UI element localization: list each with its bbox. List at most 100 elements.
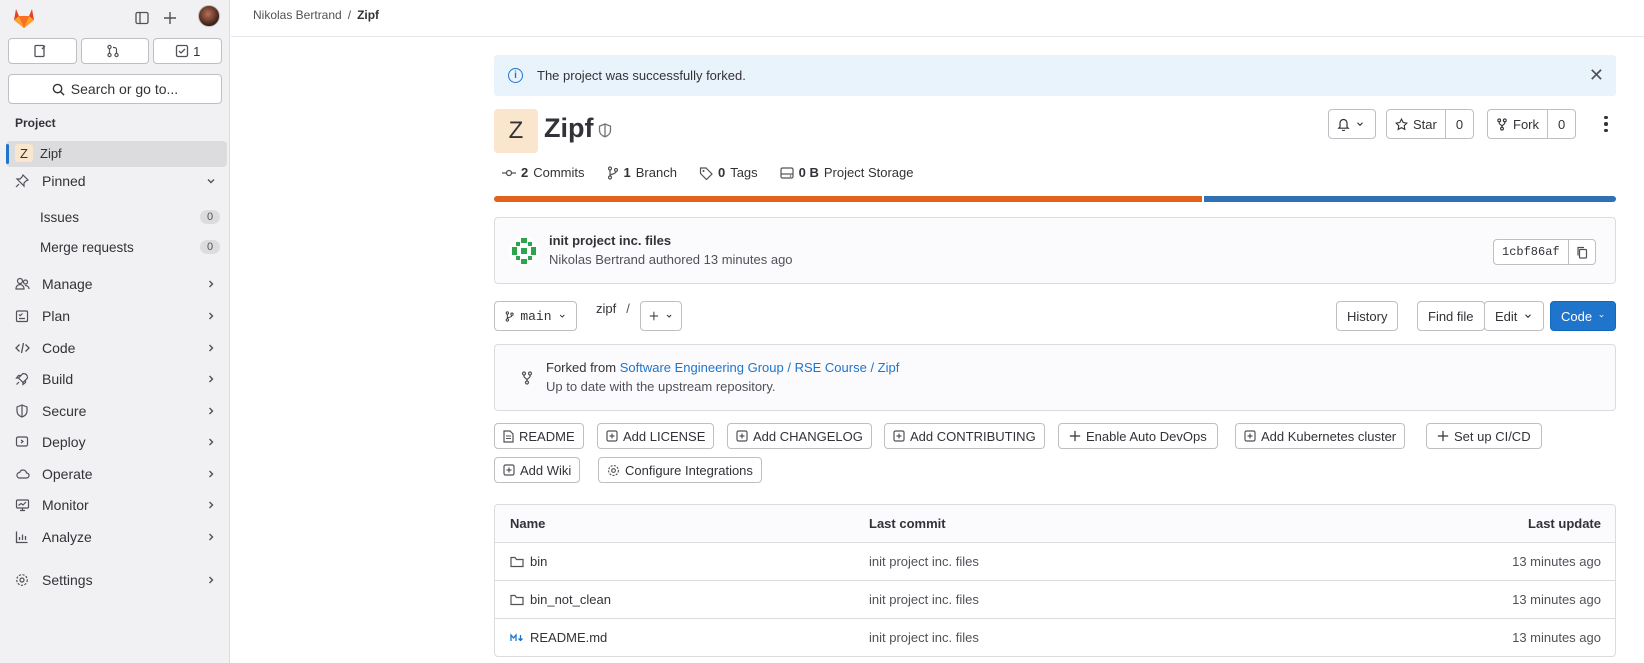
add-contributing-button[interactable]: Add CONTRIBUTING (884, 423, 1045, 449)
forked-from-prefix: Forked from (546, 360, 617, 375)
close-icon[interactable]: ✕ (1589, 65, 1604, 86)
file-name[interactable]: bin (530, 554, 547, 569)
add-to-tree-button[interactable] (640, 301, 682, 331)
copy-icon[interactable] (1569, 240, 1595, 264)
file-icon (503, 429, 514, 443)
table-row[interactable]: bin_not_clean init project inc. files 13… (495, 580, 1615, 618)
sidebar-item-pinned[interactable]: Pinned (6, 167, 227, 195)
find-file-button[interactable]: Find file (1417, 301, 1485, 331)
code-icon (12, 341, 32, 355)
repo-root-link[interactable]: zipf (596, 301, 616, 316)
active-indicator (6, 144, 9, 164)
file-name[interactable]: bin_not_clean (530, 592, 611, 607)
fork-label: Fork (1513, 116, 1539, 132)
breadcrumb-separator: / (347, 8, 352, 22)
enable-auto-devops-label: Enable Auto DevOps (1086, 428, 1207, 444)
branches-stat[interactable]: 1 Branch (607, 165, 677, 180)
star-count[interactable]: 0 (1444, 110, 1473, 138)
table-row[interactable]: bin init project inc. files 13 minutes a… (495, 542, 1615, 580)
sidebar-item-monitor[interactable]: Monitor (6, 491, 227, 519)
commit-message[interactable]: init project inc. files (549, 233, 671, 248)
commit-sha-group: 1cbf86af (1493, 239, 1596, 265)
chevron-right-icon (205, 498, 217, 514)
add-changelog-button[interactable]: Add CHANGELOG (727, 423, 872, 449)
edit-button[interactable]: Edit (1484, 301, 1545, 331)
sidebar-item-deploy[interactable]: Deploy (6, 428, 227, 456)
language-segment[interactable] (1203, 196, 1616, 202)
forked-from-line: Forked from Software Engineering Group /… (546, 360, 899, 375)
tags-stat[interactable]: 0 Tags (699, 165, 758, 180)
sidebar-item-code[interactable]: Code (6, 334, 227, 362)
file-last-update: 13 minutes ago (1512, 592, 1601, 607)
add-license-button[interactable]: Add LICENSE (597, 423, 715, 449)
sidebar-item-settings[interactable]: Settings (6, 566, 227, 594)
repository-languages-bar[interactable] (494, 196, 1616, 202)
file-last-commit[interactable]: init project inc. files (869, 592, 1243, 607)
code-button[interactable]: Code (1550, 301, 1616, 331)
fork-info-panel: Forked from Software Engineering Group /… (494, 344, 1616, 411)
readme-button[interactable]: README (494, 423, 584, 449)
branch-selector[interactable]: main (494, 301, 577, 331)
fork-count[interactable]: 0 (1547, 110, 1575, 138)
sidebar-item-secure[interactable]: Secure (6, 397, 227, 425)
add-kubernetes-cluster-button[interactable]: Add Kubernetes cluster (1235, 423, 1406, 449)
plus-square-icon (1244, 430, 1256, 442)
commit-meta: Nikolas Bertrand authored 13 minutes ago (549, 252, 793, 267)
sidebar-toggle-icon[interactable] (130, 6, 154, 30)
more-actions-icon[interactable] (1599, 113, 1613, 135)
issues-count-button[interactable] (8, 38, 77, 64)
commit-sha[interactable]: 1cbf86af (1494, 240, 1569, 264)
file-last-commit[interactable]: init project inc. files (869, 630, 1243, 645)
branches-label: Branch (635, 165, 677, 180)
sidebar-item-project[interactable]: Z Zipf (6, 141, 227, 167)
user-counts: 1 (8, 38, 223, 64)
configure-integrations-button[interactable]: Configure Integrations (598, 457, 762, 483)
file-name[interactable]: README.md (530, 630, 607, 645)
sidebar-item-merge-requests[interactable]: Merge requests 0 (40, 235, 220, 259)
chevron-right-icon (205, 372, 217, 388)
breadcrumb-owner[interactable]: Nikolas Bertrand (253, 8, 342, 22)
search-button[interactable]: Search or go to... (8, 74, 222, 104)
todo-count-button[interactable]: 1 (153, 38, 223, 64)
header-last-update: Last update (1528, 516, 1601, 531)
fork-button-group: Fork 0 (1487, 109, 1577, 139)
sidebar: 1 Search or go to... Project Z Zipf Pinn… (0, 0, 230, 663)
user-avatar[interactable] (198, 5, 220, 27)
merge-requests-count-button[interactable] (80, 38, 150, 64)
sidebar-item-issues[interactable]: Issues 0 (40, 205, 220, 229)
language-segment[interactable] (494, 196, 1202, 202)
add-wiki-label: Add Wiki (520, 462, 572, 478)
commits-count: 2 (521, 165, 529, 180)
commits-stat[interactable]: 2 Commits (502, 165, 585, 180)
upstream-project-link[interactable]: Software Engineering Group / RSE Course … (620, 360, 900, 375)
sidebar-item-plan-label: Plan (42, 308, 71, 324)
enable-auto-devops-button[interactable]: Enable Auto DevOps (1058, 423, 1218, 449)
sidebar-item-plan[interactable]: Plan (6, 302, 227, 330)
upstream-status: Up to date with the upstream repository. (546, 379, 776, 394)
sidebar-item-build[interactable]: Build (6, 365, 227, 393)
create-new-icon[interactable] (158, 6, 182, 30)
file-tree-table: Name Last commit Last update bin init pr… (494, 504, 1616, 657)
commit-author-avatar[interactable] (509, 236, 539, 266)
header-name: Name (510, 516, 546, 531)
plus-icon (649, 311, 659, 321)
notifications-button[interactable] (1328, 109, 1376, 139)
sidebar-item-analyze[interactable]: Analyze (6, 523, 227, 551)
find-file-label: Find file (1428, 308, 1474, 324)
fork-button[interactable]: Fork (1488, 110, 1547, 138)
plus-square-icon (893, 430, 905, 442)
notification-toggle[interactable] (1329, 110, 1373, 138)
sidebar-item-operate[interactable]: Operate (6, 460, 227, 488)
file-last-commit[interactable]: init project inc. files (869, 554, 1243, 569)
project-stats: 2 Commits 1 Branch 0 Tags 0 B Project St… (502, 165, 914, 180)
sidebar-item-manage[interactable]: Manage (6, 270, 227, 298)
add-wiki-button[interactable]: Add Wiki (494, 457, 581, 483)
storage-label: Project Storage (823, 165, 914, 180)
set-up-ci-cd-button[interactable]: Set up CI/CD (1426, 423, 1542, 449)
storage-stat[interactable]: 0 B Project Storage (780, 165, 914, 180)
breadcrumb-project[interactable]: Zipf (357, 8, 379, 22)
star-button[interactable]: Star (1387, 110, 1445, 138)
gitlab-logo-icon[interactable] (11, 4, 37, 30)
table-row[interactable]: README.md init project inc. files 13 min… (495, 618, 1615, 656)
history-button[interactable]: History (1336, 301, 1399, 331)
